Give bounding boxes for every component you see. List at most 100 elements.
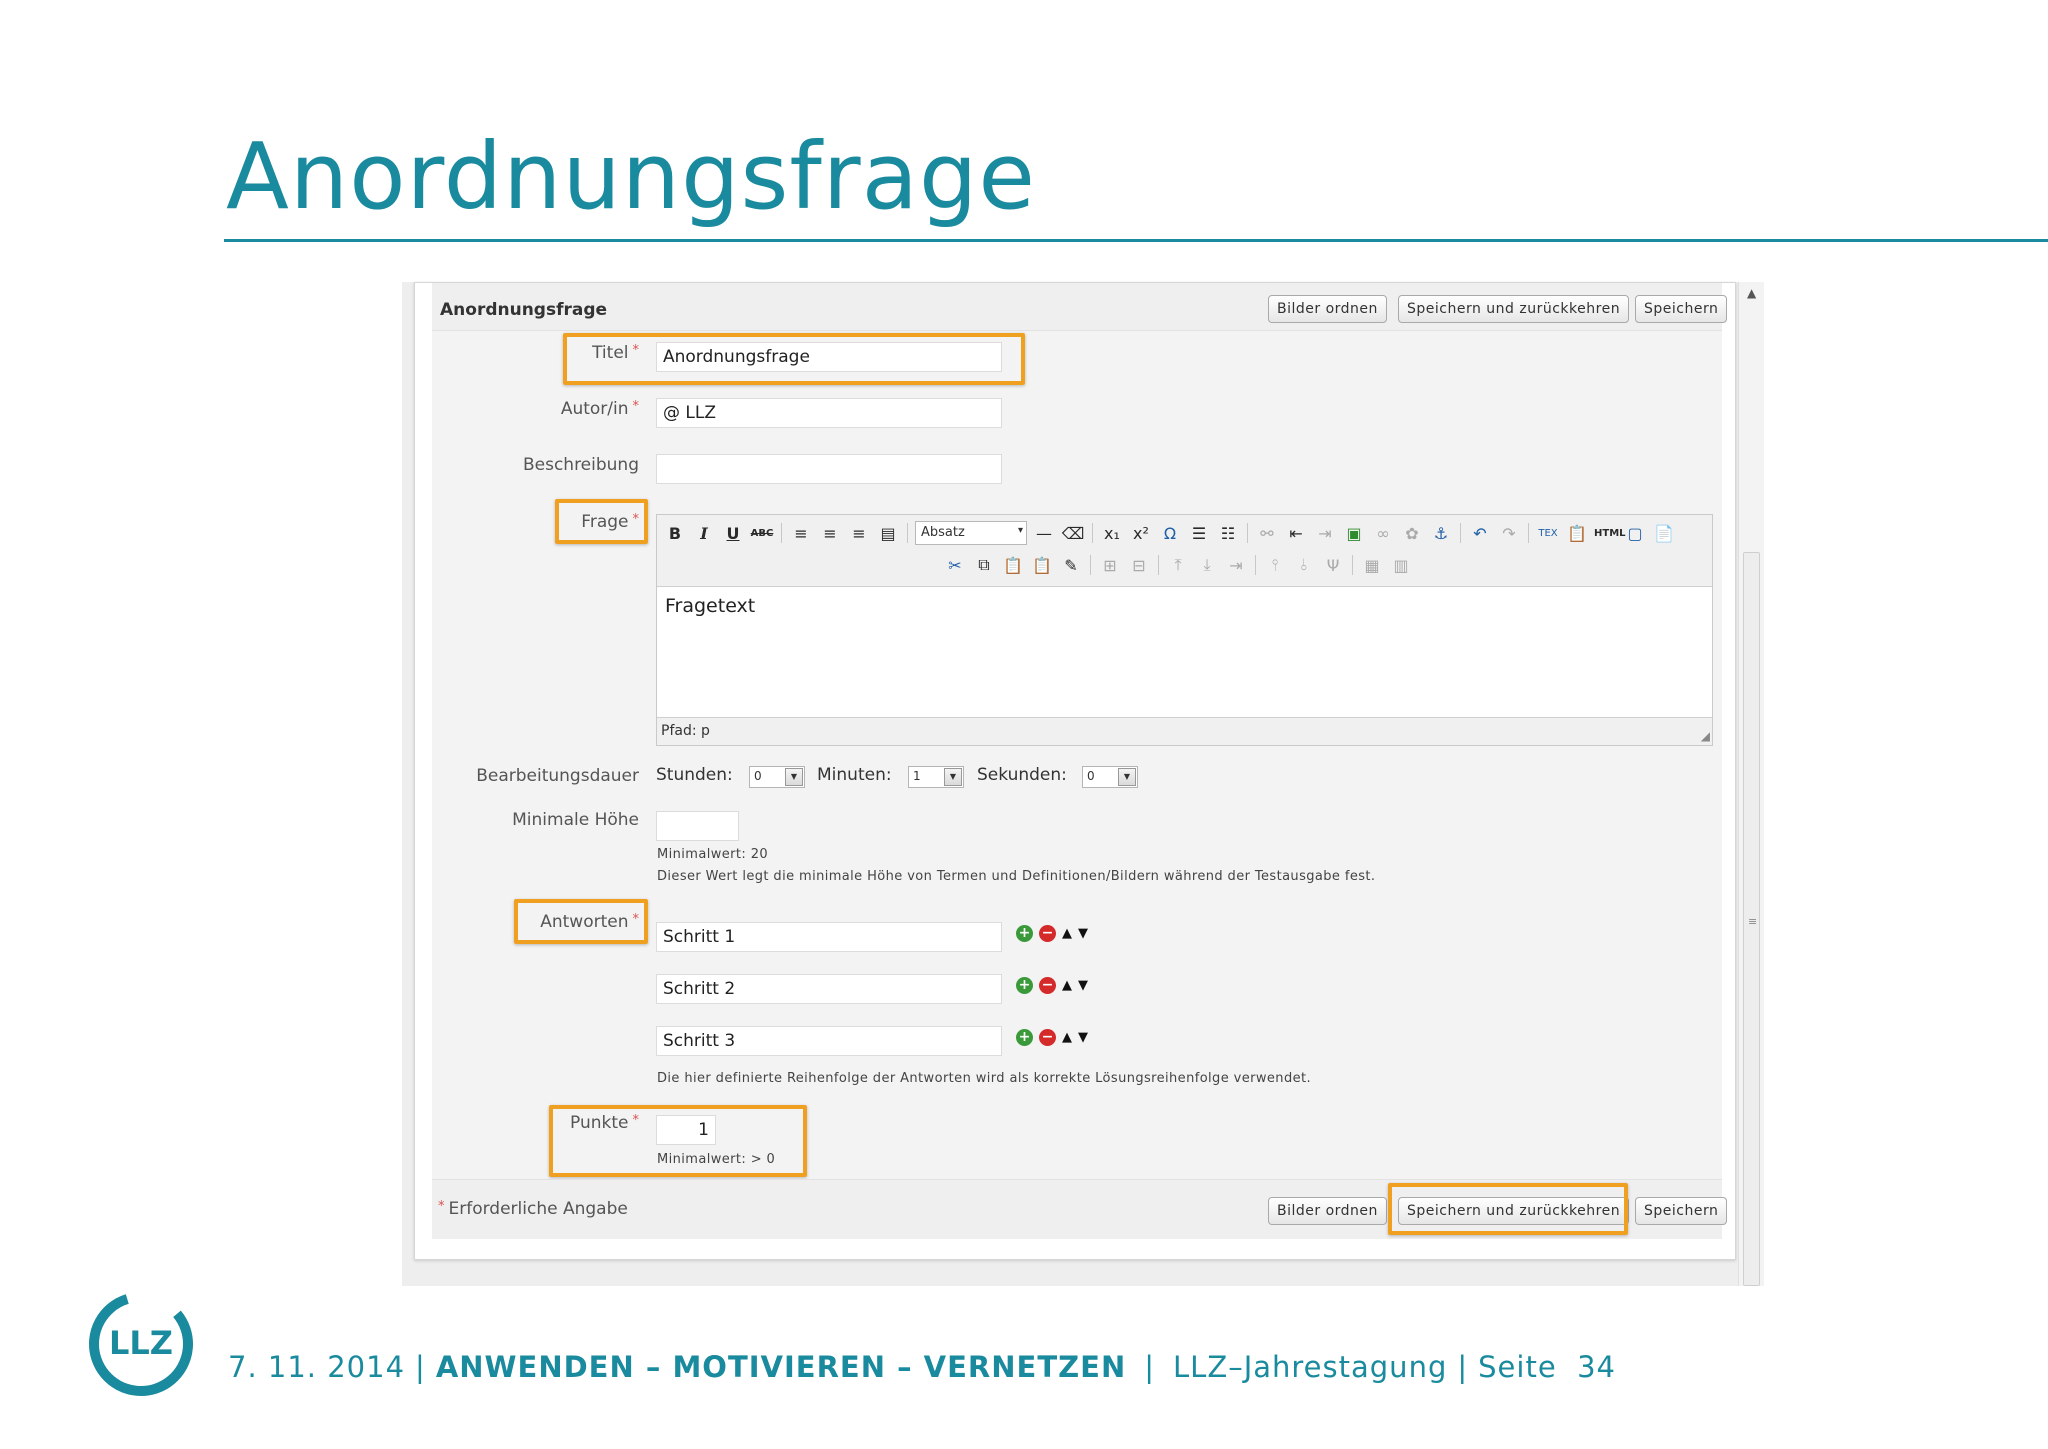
- move-down-icon[interactable]: ▼: [1078, 927, 1088, 940]
- underline-button[interactable]: U: [721, 524, 745, 543]
- italic-button[interactable]: I: [692, 524, 716, 543]
- bilder-ordnen-button-top[interactable]: Bilder ordnen: [1268, 295, 1387, 323]
- resize-handle-icon[interactable]: ◢: [1701, 729, 1710, 743]
- toolbar-separator: [1090, 555, 1091, 575]
- indent-icon[interactable]: ⇥: [1313, 524, 1337, 543]
- strikethrough-button[interactable]: ABC: [750, 528, 774, 539]
- min-height-hint: Minimalwert: 20: [657, 847, 769, 862]
- footer-separator: |: [1457, 1350, 1469, 1384]
- move-up-icon[interactable]: ▲: [1062, 927, 1072, 940]
- minuten-select[interactable]: 1 ▼: [908, 766, 964, 788]
- answer-input-3[interactable]: Schritt 3: [656, 1026, 1002, 1056]
- speichern-zurueckkehren-button-bottom[interactable]: Speichern und zurückkehren: [1398, 1197, 1630, 1225]
- format-select[interactable]: Absatz ▾: [915, 521, 1027, 545]
- remove-answer-icon[interactable]: −: [1039, 977, 1056, 994]
- add-answer-icon[interactable]: +: [1016, 1029, 1033, 1046]
- answer-input-2[interactable]: Schritt 2: [656, 974, 1002, 1004]
- toolbar-separator: [1092, 523, 1093, 543]
- add-answer-icon[interactable]: +: [1016, 925, 1033, 942]
- align-justify-icon[interactable]: ▤: [876, 524, 900, 543]
- row-after-icon[interactable]: ⤓: [1195, 555, 1219, 575]
- subscript-button[interactable]: x₁: [1100, 524, 1124, 543]
- horizontal-rule-icon[interactable]: —: [1032, 524, 1056, 543]
- eraser-icon[interactable]: ⌫: [1061, 524, 1085, 543]
- chevron-down-icon: ▼: [944, 768, 962, 786]
- editor-content[interactable]: Fragetext: [657, 587, 1712, 717]
- outdent-icon[interactable]: ⇤: [1284, 524, 1308, 543]
- titel-input[interactable]: Anordnungsfrage: [656, 342, 1002, 372]
- fullscreen-icon[interactable]: ▢: [1623, 524, 1647, 543]
- sekunden-select[interactable]: 0 ▼: [1082, 766, 1138, 788]
- paste-word-icon[interactable]: 📄: [1652, 524, 1676, 543]
- scroll-thumb[interactable]: ≡: [1743, 552, 1760, 1286]
- bold-button[interactable]: B: [663, 524, 687, 543]
- stunden-select[interactable]: 0 ▼: [749, 766, 805, 788]
- scrollbar[interactable]: ▲ ≡: [1738, 282, 1764, 1286]
- toolbar-separator: [1255, 555, 1256, 575]
- min-height-input[interactable]: [656, 811, 739, 841]
- add-answer-icon[interactable]: +: [1016, 977, 1033, 994]
- bullet-list-icon[interactable]: ☰: [1187, 524, 1211, 543]
- speichern-button-bottom[interactable]: Speichern: [1635, 1197, 1728, 1225]
- form-footer-bar: * Erforderliche Angabe Bilder ordnen Spei…: [432, 1179, 1728, 1239]
- col-before-icon[interactable]: ⫯: [1263, 555, 1287, 575]
- paste-text-icon[interactable]: 📋: [1030, 556, 1054, 575]
- table-props-icon[interactable]: ⊟: [1127, 556, 1151, 575]
- split-cells-icon[interactable]: ▦: [1360, 556, 1384, 575]
- cut-icon[interactable]: ✂: [943, 556, 967, 575]
- anchor-icon[interactable]: ⚓: [1429, 524, 1453, 543]
- move-up-icon[interactable]: ▲: [1062, 1031, 1072, 1044]
- tex-button[interactable]: TEX: [1536, 528, 1560, 539]
- required-note-text: Erforderliche Angabe: [448, 1199, 628, 1219]
- footer-date: 7. 11. 2014: [228, 1350, 406, 1384]
- speichern-zurueckkehren-button-top[interactable]: Speichern und zurückkehren: [1398, 295, 1630, 323]
- image-icon[interactable]: ▣: [1342, 524, 1366, 543]
- edit-icon[interactable]: ✎: [1059, 556, 1083, 575]
- speichern-button-top[interactable]: Speichern: [1635, 295, 1728, 323]
- html-source-button[interactable]: HTML: [1594, 528, 1626, 539]
- unlink-icon[interactable]: ⚯: [1255, 524, 1279, 543]
- bilder-ordnen-button-bottom[interactable]: Bilder ordnen: [1268, 1197, 1387, 1225]
- superscript-button[interactable]: x²: [1129, 524, 1153, 543]
- points-input[interactable]: 1: [656, 1115, 716, 1145]
- format-select-value: Absatz: [921, 525, 965, 540]
- question-editor: B I U ABC ≡ ≡ ≡ ▤ Absatz ▾ — ⌫ x₁ x² Ω ☰…: [656, 514, 1713, 746]
- remove-answer-icon[interactable]: −: [1039, 1029, 1056, 1046]
- move-down-icon[interactable]: ▼: [1078, 1031, 1088, 1044]
- align-left-icon[interactable]: ≡: [789, 524, 813, 543]
- answers-label-text: Antworten: [540, 912, 629, 932]
- numbered-list-icon[interactable]: ☷: [1216, 524, 1240, 543]
- special-char-button[interactable]: Ω: [1158, 524, 1182, 543]
- col-after-icon[interactable]: ⫰: [1292, 555, 1316, 575]
- form-screenshot: Anordnungsfrage Bilder ordnen Speichern …: [402, 282, 1764, 1286]
- toolbar-separator: [1460, 523, 1461, 543]
- answer-input-1[interactable]: Schritt 1: [656, 922, 1002, 952]
- footer-page-label: Seite: [1478, 1350, 1557, 1384]
- grip-icon: ≡: [1748, 915, 1758, 928]
- row-before-icon[interactable]: ⤒: [1166, 555, 1190, 575]
- move-down-icon[interactable]: ▼: [1078, 979, 1088, 992]
- min-height-description: Dieser Wert legt die minimale Höhe von T…: [657, 869, 1376, 884]
- beschreibung-input[interactable]: [656, 454, 1002, 484]
- toolbar-separator: [1352, 555, 1353, 575]
- sekunden-label: Sekunden:: [977, 765, 1067, 785]
- media-icon[interactable]: ✿: [1400, 524, 1424, 543]
- redo-icon[interactable]: ↷: [1497, 524, 1521, 543]
- undo-icon[interactable]: ↶: [1468, 524, 1492, 543]
- link-icon[interactable]: ∞: [1371, 524, 1395, 543]
- points-hint: Minimalwert: > 0: [657, 1152, 776, 1167]
- delete-col-icon[interactable]: Ψ: [1321, 556, 1345, 575]
- scroll-up-icon[interactable]: ▲: [1747, 286, 1756, 300]
- table-icon[interactable]: ⊞: [1098, 556, 1122, 575]
- align-right-icon[interactable]: ≡: [847, 524, 871, 543]
- paste-icon[interactable]: 📋: [1565, 524, 1589, 543]
- llz-logo: LLZ: [89, 1292, 193, 1396]
- remove-answer-icon[interactable]: −: [1039, 925, 1056, 942]
- merge-cells-icon[interactable]: ▥: [1389, 556, 1413, 575]
- align-center-icon[interactable]: ≡: [818, 524, 842, 543]
- delete-row-icon[interactable]: ⇥: [1224, 556, 1248, 575]
- copy-icon[interactable]: ⧉: [972, 555, 996, 575]
- move-up-icon[interactable]: ▲: [1062, 979, 1072, 992]
- paste-icon[interactable]: 📋: [1001, 556, 1025, 575]
- autor-input[interactable]: @ LLZ: [656, 398, 1002, 428]
